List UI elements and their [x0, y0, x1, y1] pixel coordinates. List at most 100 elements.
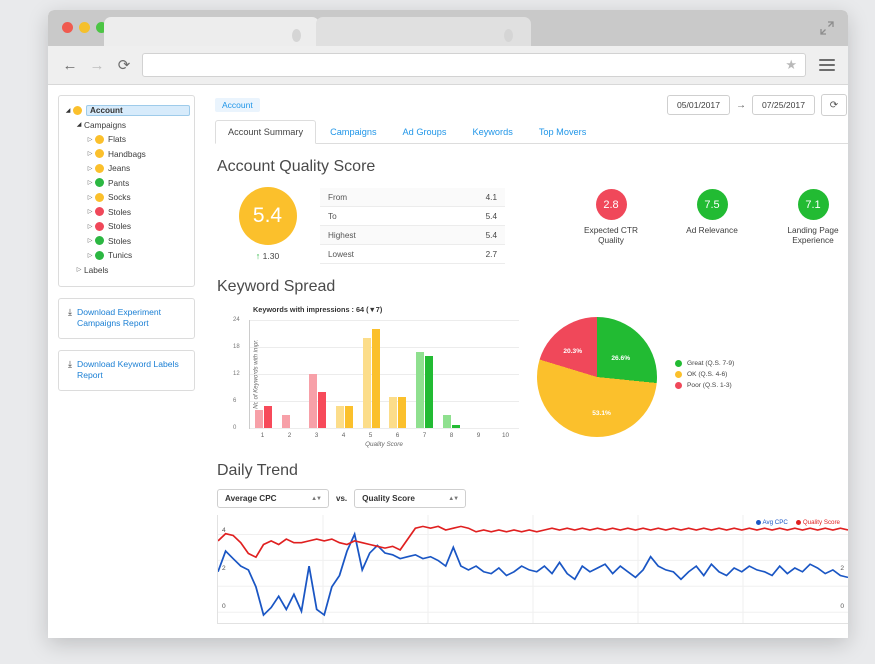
bar	[389, 397, 397, 429]
metric-b-select[interactable]: Quality Score ▲▼	[354, 489, 466, 508]
download-icon: ⤓	[68, 307, 72, 318]
quality-row: To5.4	[320, 207, 505, 226]
bar-group-6	[385, 320, 412, 428]
bar	[255, 410, 263, 428]
chevron-right-icon[interactable]: ▷	[85, 223, 95, 230]
download-card-0[interactable]: ⤓ Download Experiment Campaigns Report	[58, 298, 195, 339]
date-from-input[interactable]: 05/01/2017	[667, 95, 730, 115]
date-to-input[interactable]: 07/25/2017	[752, 95, 815, 115]
download-link-label[interactable]: Download Experiment Campaigns Report	[77, 307, 185, 330]
quality-row-label: Highest	[328, 231, 356, 240]
minimize-window-button[interactable]	[79, 22, 90, 33]
back-arrow-icon[interactable]: ←	[61, 56, 79, 74]
legend-label: Great (Q.S. 7-9)	[687, 360, 734, 367]
tree-node-stoles[interactable]: ▷Stoles	[63, 234, 190, 247]
tree-node-jeans[interactable]: ▷Jeans	[63, 162, 190, 175]
chevron-right-icon[interactable]: ▷	[74, 266, 84, 273]
bar-chart-plot: No of Keywords with impr. 24181260	[249, 320, 519, 428]
tree-node-label: Flats	[108, 134, 126, 144]
tree-node-campaigns[interactable]: ◢Campaigns	[63, 118, 190, 131]
line-legend-item: Quality Score	[796, 519, 840, 526]
window-controls[interactable]	[62, 22, 107, 33]
tree-node-account[interactable]: ◢ Account	[63, 104, 190, 117]
chevron-right-icon[interactable]: ▷	[85, 150, 95, 157]
x-tick-label: 9	[465, 429, 492, 439]
tree-node-labels[interactable]: ▷Labels	[63, 263, 190, 276]
tree-node-label: Pants	[108, 178, 129, 188]
tab-account-summary[interactable]: Account Summary	[215, 120, 316, 144]
expand-icon[interactable]	[820, 21, 834, 35]
overall-score-circle: 5.4	[239, 187, 297, 245]
tab-top-movers[interactable]: Top Movers	[527, 121, 598, 143]
app-page: ◢Account◢Campaigns▷Flats▷Handbags▷Jeans▷…	[48, 85, 848, 638]
tab-close-icon[interactable]	[504, 29, 513, 42]
y-tick-label: 6	[233, 398, 236, 404]
chevron-right-icon[interactable]: ▷	[85, 252, 95, 259]
chevron-right-icon[interactable]: ▷	[85, 136, 95, 143]
right-axis-tick: 2	[840, 565, 844, 572]
chevron-right-icon[interactable]: ▷	[85, 194, 95, 201]
chevron-right-icon[interactable]: ▷	[85, 237, 95, 244]
bar-group-8	[438, 320, 465, 428]
close-window-button[interactable]	[62, 22, 73, 33]
breadcrumb[interactable]: Account	[215, 98, 260, 112]
chevron-down-icon[interactable]: ◢	[74, 121, 84, 128]
bar-group-2	[277, 320, 304, 428]
tree-node-socks[interactable]: ▷ Socks	[63, 191, 190, 204]
tree-node-handbags[interactable]: ▷Handbags	[63, 147, 190, 160]
url-bar[interactable]: ★	[142, 53, 806, 77]
pie-slice-label: 26.6%	[611, 355, 630, 362]
keyword-spread-title: Keyword Spread	[217, 278, 848, 296]
tree-node-label: Account	[86, 105, 190, 116]
tree-node-tunics[interactable]: ▷Tunics	[63, 249, 190, 262]
quality-row-value: 5.4	[486, 212, 497, 221]
line-chart-plot	[218, 515, 848, 623]
browser-tab-1[interactable]	[104, 17, 319, 46]
tree-node-pants[interactable]: ▷ Pants	[63, 176, 190, 189]
tree-node-stoles[interactable]: ▷Stoles	[63, 220, 190, 233]
gridline: 0	[250, 428, 519, 429]
right-axis-tick: 0	[840, 603, 844, 610]
x-tick-label: 7	[411, 429, 438, 439]
tree-node-stoles[interactable]: ▷ Stoles	[63, 205, 190, 218]
download-link-label[interactable]: Download Keyword Labels Report	[77, 359, 185, 382]
quality-row-label: Lowest	[328, 250, 354, 259]
quality-row-label: From	[328, 193, 347, 202]
main-content: Account 05/01/2017 → 07/25/2017 ⟳ Accoun…	[203, 85, 848, 638]
reload-icon[interactable]: ⟳	[115, 56, 133, 74]
chevron-down-icon[interactable]: ◢	[63, 107, 73, 114]
tree-node-flats[interactable]: ▷ Flats	[63, 133, 190, 146]
chevron-right-icon[interactable]: ▷	[85, 208, 95, 215]
tab-ad-groups[interactable]: Ad Groups	[391, 121, 459, 143]
chevron-right-icon[interactable]: ▷	[85, 165, 95, 172]
line-legend-item: Avg CPC	[756, 519, 788, 526]
badge-score: 7.5	[697, 189, 728, 220]
hamburger-menu-icon[interactable]	[819, 59, 835, 71]
legend-color-dot	[796, 520, 801, 525]
pie-chart-plot: 26.6%53.1%20.3%	[537, 317, 657, 437]
badge-score: 2.8	[596, 189, 627, 220]
bar-chart-xaxis: 12345678910	[249, 428, 519, 439]
tab-bar: Account SummaryCampaignsAd GroupsKeyword…	[215, 120, 848, 144]
bookmark-star-icon[interactable]: ★	[785, 57, 797, 73]
tab-keywords[interactable]: Keywords	[460, 121, 524, 143]
x-tick-label: 10	[492, 429, 519, 439]
chevron-right-icon[interactable]: ▷	[85, 179, 95, 186]
bar	[416, 352, 424, 429]
tab-close-icon[interactable]	[292, 29, 301, 42]
quality-row: Lowest2.7	[320, 245, 505, 264]
bar-series	[250, 320, 519, 428]
x-tick-label: 4	[330, 429, 357, 439]
tree-node-label: Stoles	[108, 207, 131, 217]
browser-tab-2[interactable]	[316, 17, 531, 46]
tree-node-label: Socks	[108, 192, 131, 202]
tab-campaigns[interactable]: Campaigns	[318, 121, 388, 143]
quality-badge: 7.5Ad Relevance	[676, 189, 748, 246]
daily-trend-title: Daily Trend	[217, 462, 848, 480]
quality-row: Highest5.4	[320, 226, 505, 245]
metric-a-select[interactable]: Average CPC ▲▼	[217, 489, 329, 508]
quality-badge: 2.8Expected CTR Quality	[575, 189, 647, 246]
refresh-button[interactable]: ⟳	[821, 94, 847, 116]
download-card-1[interactable]: ⤓Download Keyword Labels Report	[58, 350, 195, 391]
forward-arrow-icon[interactable]: →	[88, 56, 106, 74]
